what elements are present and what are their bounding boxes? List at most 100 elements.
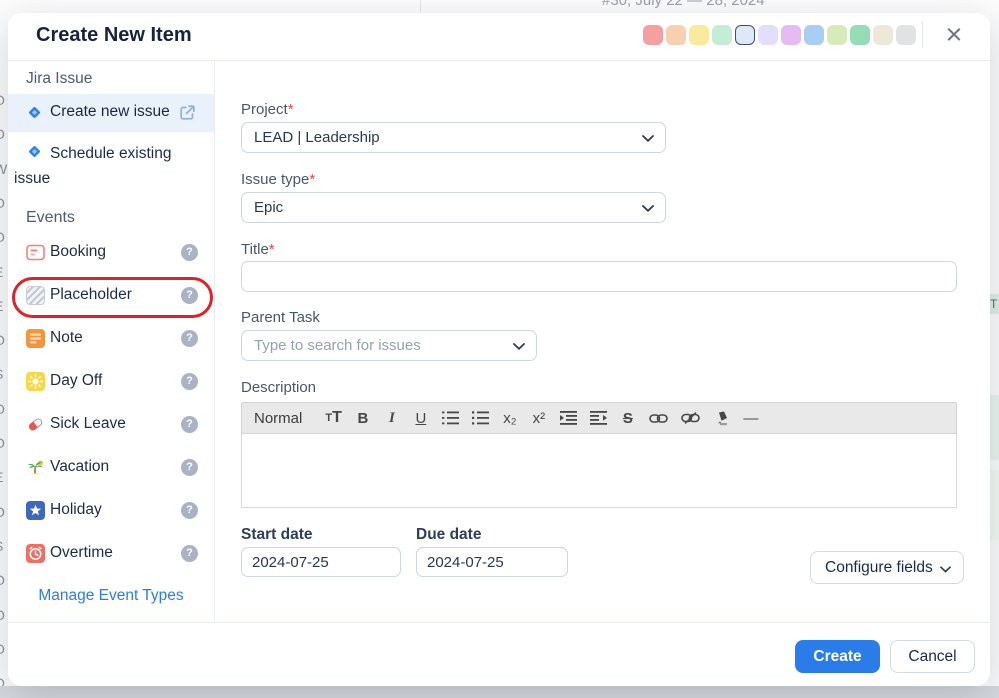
- start-date-input[interactable]: [241, 547, 401, 577]
- help-icon[interactable]: ?: [181, 330, 198, 347]
- chevron-down-icon: [642, 135, 654, 142]
- indent-icon[interactable]: [560, 408, 577, 428]
- italic-icon[interactable]: I: [384, 408, 400, 428]
- sidebar-item-label: Day Off: [50, 372, 102, 390]
- booking-icon: [26, 243, 45, 262]
- sidebar-item-label: Create new issue: [50, 103, 170, 121]
- cancel-button[interactable]: Cancel: [890, 640, 975, 673]
- subscript-icon[interactable]: x₂: [502, 408, 518, 428]
- sidebar-item-placeholder[interactable]: Placeholder ?: [8, 283, 214, 309]
- help-icon[interactable]: ?: [181, 373, 198, 390]
- color-swatch[interactable]: [689, 25, 709, 45]
- project-value: LEAD | Leadership: [254, 129, 380, 146]
- note-icon: [26, 329, 45, 348]
- superscript-icon[interactable]: x²: [531, 408, 547, 428]
- background-event-block: [990, 470, 999, 540]
- background-week-label: #30, July 22 — 28, 2024: [602, 0, 765, 9]
- background-event-chip: T: [990, 294, 999, 314]
- color-swatch[interactable]: [873, 25, 893, 45]
- configure-fields-button[interactable]: Configure fields: [810, 551, 964, 584]
- start-date-label: Start date: [241, 526, 313, 544]
- color-swatch[interactable]: [758, 25, 778, 45]
- strikethrough-icon[interactable]: S: [620, 408, 636, 428]
- required-asterisk: *: [288, 101, 294, 118]
- bullet-list-icon[interactable]: [472, 408, 489, 428]
- sidebar-item-label: Note: [50, 329, 83, 347]
- sidebar-item-schedule-existing-issue[interactable]: Schedule existing issue: [14, 141, 192, 191]
- color-swatch[interactable]: [643, 25, 663, 45]
- color-swatch[interactable]: [850, 25, 870, 45]
- underline-icon[interactable]: U: [413, 408, 429, 428]
- parent-task-label: Parent Task: [241, 309, 320, 326]
- footer-separator: [8, 622, 990, 623]
- bold-icon[interactable]: B: [355, 408, 371, 428]
- ordered-list-icon[interactable]: [442, 408, 459, 428]
- sidebar-item-label: Overtime: [50, 544, 113, 562]
- sidebar-item-booking[interactable]: Booking ?: [8, 240, 214, 266]
- issue-type-label: Issue type*: [241, 171, 315, 188]
- issue-type-select[interactable]: Epic: [241, 192, 666, 223]
- due-date-input[interactable]: [416, 547, 568, 577]
- unlink-icon[interactable]: [681, 408, 700, 428]
- description-label: Description: [241, 379, 316, 396]
- day-off-icon: [26, 372, 45, 391]
- description-editor[interactable]: [241, 434, 957, 508]
- color-swatch-row: [643, 25, 916, 45]
- chevron-down-icon: [513, 343, 525, 350]
- sidebar-item-sick-leave[interactable]: Sick Leave ?: [8, 412, 214, 438]
- sidebar-item-create-new-issue[interactable]: Create new issue: [8, 94, 214, 132]
- help-icon[interactable]: ?: [181, 244, 198, 261]
- color-swatch[interactable]: [896, 25, 916, 45]
- help-icon[interactable]: ?: [181, 416, 198, 433]
- background-bottom-strip: [0, 686, 999, 698]
- issue-type-value: Epic: [254, 199, 283, 216]
- paragraph-style-dropdown[interactable]: Normal: [254, 410, 302, 427]
- external-link-icon[interactable]: [178, 103, 197, 122]
- sidebar-item-overtime[interactable]: Overtime ?: [8, 541, 214, 567]
- sidebar-item-vacation[interactable]: Vacation ?: [8, 455, 214, 481]
- due-date-label: Due date: [416, 526, 481, 544]
- event-type-sidebar: Jira Issue Create new issue Schedule exi…: [8, 60, 214, 622]
- color-swatch[interactable]: [781, 25, 801, 45]
- background-event-block: [990, 395, 999, 460]
- title-input[interactable]: [241, 261, 957, 292]
- sidebar-item-day-off[interactable]: Day Off ?: [8, 369, 214, 395]
- outdent-icon[interactable]: [590, 408, 607, 428]
- sick-leave-icon: [26, 415, 45, 434]
- sidebar-item-label: Booking: [50, 243, 106, 261]
- help-icon[interactable]: ?: [181, 502, 198, 519]
- sidebar-item-label: Placeholder: [50, 286, 132, 304]
- holiday-icon: [26, 501, 45, 520]
- sidebar-item-label: Sick Leave: [50, 415, 126, 433]
- close-button[interactable]: ×: [938, 18, 970, 52]
- parent-task-select[interactable]: Type to search for issues: [241, 330, 537, 361]
- color-swatch-selected[interactable]: [735, 25, 755, 45]
- project-label: Project*: [241, 101, 294, 118]
- color-swatch[interactable]: [804, 25, 824, 45]
- close-icon: ×: [946, 19, 963, 51]
- horizontal-rule-icon[interactable]: —: [743, 408, 759, 428]
- sidebar-item-label: Vacation: [50, 458, 109, 476]
- color-swatch[interactable]: [712, 25, 732, 45]
- sidebar-item-note[interactable]: Note ?: [8, 326, 214, 352]
- highlight-icon[interactable]: [713, 408, 730, 428]
- background-right-sliver: T: [990, 13, 999, 686]
- link-icon[interactable]: [649, 408, 668, 428]
- configure-fields-label: Configure fields: [825, 559, 933, 577]
- manage-event-types-link[interactable]: Manage Event Types: [8, 587, 214, 605]
- help-icon[interactable]: ?: [181, 545, 198, 562]
- modal-title: Create New Item: [36, 24, 192, 47]
- help-icon[interactable]: ?: [181, 287, 198, 304]
- color-swatch[interactable]: [666, 25, 686, 45]
- title-label: Title*: [241, 241, 275, 258]
- jira-icon: [26, 104, 43, 121]
- project-select[interactable]: LEAD | Leadership: [241, 122, 666, 153]
- font-size-icon[interactable]: TT: [325, 408, 342, 428]
- sidebar-divider: [214, 60, 215, 622]
- color-swatch[interactable]: [827, 25, 847, 45]
- header-divider: [922, 22, 923, 48]
- create-button[interactable]: Create: [795, 640, 880, 673]
- page-background: #30, July 22 — 28, 2024 OOWOOEEOSOOEOSOO…: [0, 0, 999, 698]
- help-icon[interactable]: ?: [181, 459, 198, 476]
- sidebar-item-holiday[interactable]: Holiday ?: [8, 498, 214, 524]
